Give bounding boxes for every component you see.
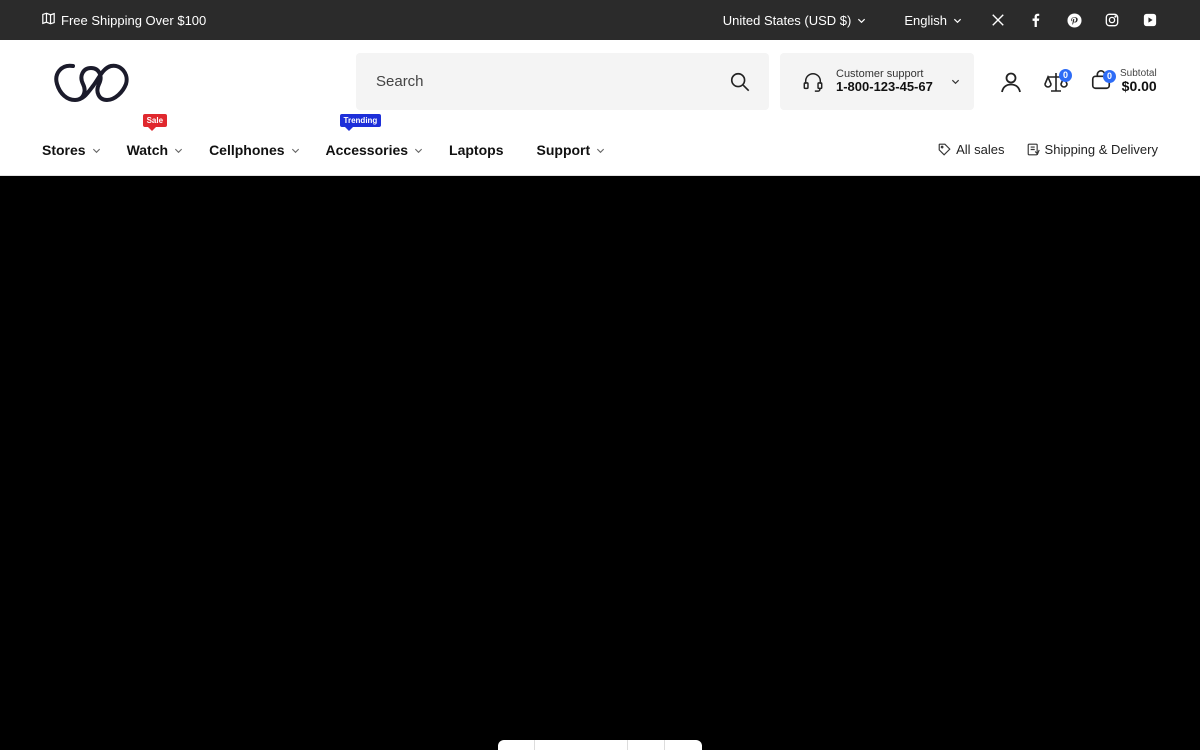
nav-item-watch[interactable]: Sale Watch <box>126 114 183 158</box>
slider-dot[interactable] <box>665 740 702 750</box>
chevron-down-icon <box>415 148 423 153</box>
nav-item-accessories[interactable]: Trending Accessories <box>325 114 424 158</box>
chevron-down-icon <box>92 148 100 153</box>
hero-banner <box>0 177 1200 750</box>
search-icon[interactable] <box>729 71 751 93</box>
chevron-down-icon <box>858 18 866 23</box>
chevron-down-icon <box>291 148 299 153</box>
instagram-icon[interactable] <box>1104 12 1120 28</box>
nav-item-stores[interactable]: Stores <box>42 142 101 158</box>
customer-support-dropdown[interactable]: Customer support 1-800-123-45-67 <box>780 53 974 110</box>
nav-item-label: Watch <box>126 142 169 158</box>
free-shipping-text: Free Shipping Over $100 <box>61 12 207 28</box>
sale-badge: Sale <box>142 114 168 131</box>
language-selector[interactable]: English <box>904 13 962 28</box>
nav-item-label: Accessories <box>325 142 409 158</box>
shipping-delivery-label: Shipping & Delivery <box>1044 142 1158 157</box>
chevron-down-icon <box>953 18 962 23</box>
cart-button[interactable]: 0 Subtotal $0.00 <box>1090 68 1157 94</box>
announcement-bar: Free Shipping Over $100 United States (U… <box>0 0 1200 40</box>
compare-count-badge: 0 <box>1059 69 1072 82</box>
cart-count-badge: 0 <box>1103 70 1116 84</box>
nav-item-label: Support <box>536 142 591 158</box>
nav-item-label: Cellphones <box>209 142 285 158</box>
youtube-icon[interactable] <box>1142 12 1158 28</box>
slider-dot[interactable] <box>498 740 535 750</box>
nav-item-label: Stores <box>42 142 86 158</box>
free-shipping-notice: Free Shipping Over $100 <box>42 12 206 28</box>
support-phone: 1-800-123-45-67 <box>836 79 933 95</box>
map-icon <box>42 12 55 28</box>
currency-label: United States (USD $) <box>722 12 852 28</box>
subtotal-value: $0.00 <box>1121 78 1157 94</box>
slider-pagination <box>498 740 702 750</box>
facebook-icon[interactable] <box>1028 12 1044 28</box>
language-label: English <box>904 12 947 28</box>
search-input[interactable] <box>376 73 729 90</box>
slider-dot[interactable] <box>535 740 628 750</box>
nav-item-support[interactable]: Support <box>537 142 606 158</box>
site-header: Customer support 1-800-123-45-67 0 0 Sub… <box>0 40 1200 176</box>
slider-dot[interactable] <box>628 740 665 750</box>
tag-icon <box>938 143 951 156</box>
all-sales-label: All sales <box>956 142 1005 157</box>
shipping-delivery-link[interactable]: Shipping & Delivery <box>1027 142 1158 157</box>
currency-selector[interactable]: United States (USD $) <box>723 13 867 28</box>
chevron-down-icon <box>951 79 960 85</box>
chevron-down-icon <box>175 148 183 153</box>
nav-item-laptops[interactable]: Laptops <box>449 142 503 158</box>
social-links <box>990 12 1158 28</box>
all-sales-link[interactable]: All sales <box>938 142 1005 157</box>
search-bar <box>356 53 769 110</box>
nav-item-label: Laptops <box>449 142 504 158</box>
trending-badge: Trending <box>339 114 382 131</box>
chevron-down-icon <box>597 148 605 153</box>
shipping-box-icon <box>1027 143 1040 156</box>
account-icon[interactable] <box>999 70 1023 94</box>
main-navigation: Stores Sale Watch Cellphones Trending Ac… <box>42 114 631 160</box>
compare-button[interactable]: 0 <box>1044 69 1072 96</box>
secondary-navigation: All sales Shipping & Delivery <box>938 142 1158 157</box>
brand-logo[interactable] <box>53 62 131 104</box>
headset-icon <box>803 72 823 92</box>
x-icon[interactable] <box>990 12 1006 28</box>
pinterest-icon[interactable] <box>1066 12 1082 28</box>
nav-item-cellphones[interactable]: Cellphones <box>209 142 299 158</box>
